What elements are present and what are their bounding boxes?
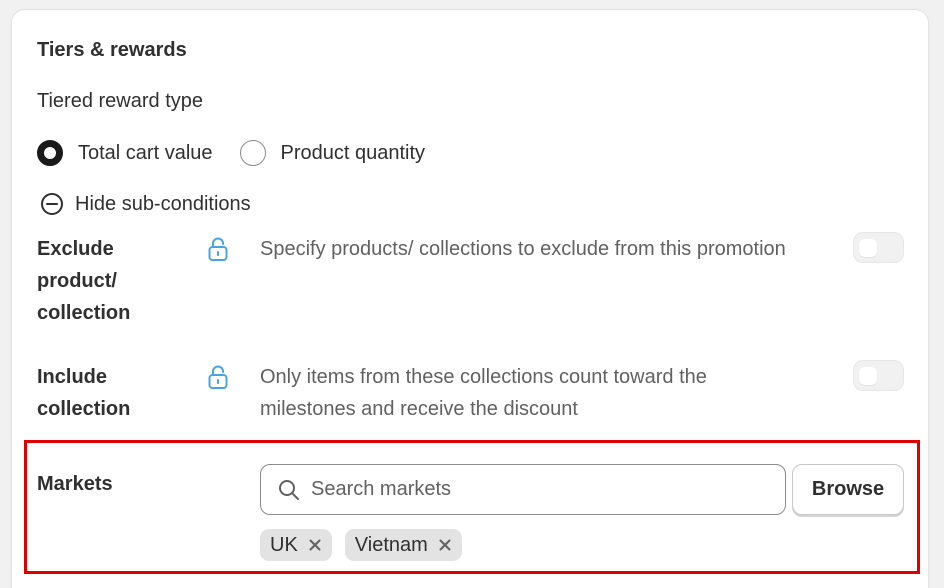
exclude-collection-toggle[interactable] bbox=[853, 232, 904, 263]
markets-search-box[interactable] bbox=[260, 464, 786, 515]
radio-unchecked[interactable] bbox=[239, 140, 266, 166]
browse-button[interactable]: Browse bbox=[792, 464, 904, 515]
search-icon bbox=[279, 479, 299, 500]
tiers-rewards-card: Tiers & rewards Tiered reward type Total… bbox=[11, 9, 929, 588]
exclude-collection-label: Exclude product/ collection bbox=[37, 238, 131, 324]
radio-label-product-quantity: Product quantity bbox=[280, 141, 426, 164]
close-icon[interactable] bbox=[308, 538, 322, 552]
markets-search-input[interactable] bbox=[311, 478, 771, 501]
exclude-collection-description: Specify products/ collections to exclude… bbox=[260, 238, 786, 260]
markets-tag-list: UK Vietnam bbox=[260, 529, 475, 561]
toggle-knob bbox=[859, 367, 877, 385]
tag-label: UK bbox=[270, 533, 298, 556]
close-icon[interactable] bbox=[438, 538, 452, 552]
minus-circle-icon bbox=[41, 193, 63, 215]
lock-icon bbox=[206, 236, 230, 267]
radio-product-quantity[interactable]: Product quantity bbox=[239, 140, 426, 166]
include-collection-label: Include collection bbox=[37, 366, 131, 420]
radio-checked[interactable] bbox=[37, 140, 63, 166]
reward-type-label: Tiered reward type bbox=[37, 90, 203, 112]
hide-sub-conditions-button[interactable]: Hide sub-conditions bbox=[40, 192, 251, 216]
reward-type-radio-group: Total cart value Product quantity bbox=[37, 140, 425, 166]
radio-label-total-cart-value: Total cart value bbox=[78, 141, 213, 164]
toggle-knob bbox=[859, 239, 877, 257]
market-tag-uk: UK bbox=[260, 529, 332, 561]
tag-label: Vietnam bbox=[354, 533, 428, 556]
include-collection-toggle[interactable] bbox=[853, 360, 904, 391]
markets-label: Markets bbox=[37, 473, 113, 495]
section-title: Tiers & rewards bbox=[37, 39, 187, 61]
hide-sub-conditions-label: Hide sub-conditions bbox=[75, 192, 251, 215]
include-collection-description: Only items from these collections count … bbox=[260, 366, 707, 420]
lock-icon bbox=[206, 364, 230, 395]
radio-total-cart-value[interactable]: Total cart value bbox=[37, 140, 213, 166]
market-tag-vietnam: Vietnam bbox=[344, 529, 462, 561]
